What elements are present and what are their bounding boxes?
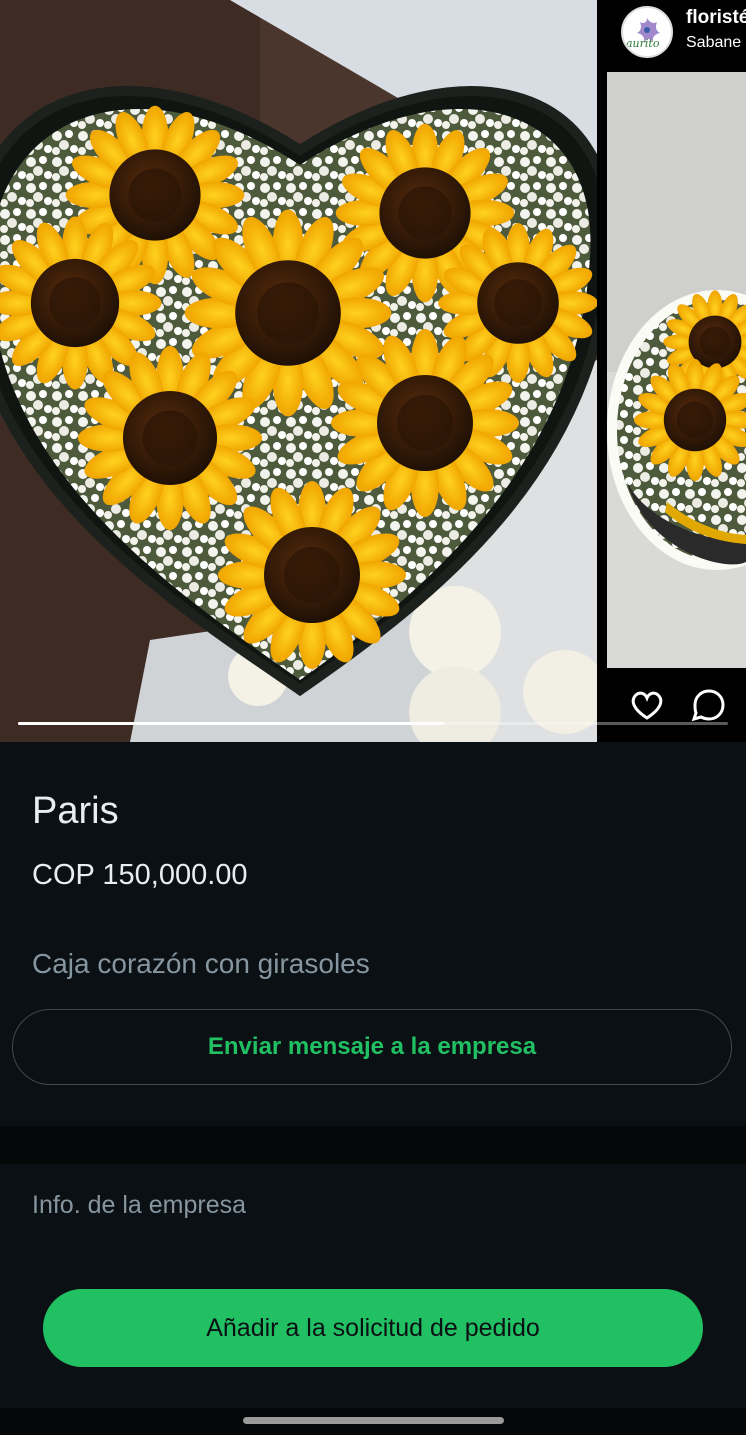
business-info-link[interactable]: Info. de la empresa (32, 1191, 246, 1220)
add-to-order-button[interactable]: Añadir a la solicitud de pedido (43, 1289, 703, 1367)
add-to-order-label: Añadir a la solicitud de pedido (206, 1313, 540, 1342)
product-description: Caja corazón con girasoles (32, 948, 370, 979)
message-business-label: Enviar mensaje a la empresa (207, 1033, 537, 1060)
post-photo (607, 72, 746, 668)
post-actions-bar (607, 668, 746, 742)
comment-icon[interactable] (689, 685, 729, 725)
product-title: Paris (32, 790, 119, 832)
section-divider (0, 1126, 746, 1164)
account-name[interactable]: floristé (686, 7, 746, 29)
sunflower-heart-box-illustration (0, 0, 597, 742)
next-slide-instagram-post[interactable]: aurito floristé Sabane (607, 0, 746, 742)
product-price: COP 150,000.00 (32, 859, 248, 891)
message-business-button[interactable]: Enviar mensaje a la empresa (12, 1009, 732, 1085)
post-header: aurito floristé Sabane (607, 0, 746, 70)
avatar-logo-text: aurito (626, 37, 660, 50)
heart-icon[interactable] (627, 685, 667, 725)
carousel-progress-indicator (18, 722, 444, 725)
account-location: Sabane (686, 34, 742, 51)
carousel-progress-track (18, 722, 728, 725)
product-image-carousel[interactable]: aurito floristé Sabane (0, 0, 746, 742)
account-avatar[interactable]: aurito (621, 6, 673, 58)
home-indicator[interactable] (243, 1417, 504, 1424)
product-image-sunflower-heart-box[interactable] (0, 0, 597, 742)
